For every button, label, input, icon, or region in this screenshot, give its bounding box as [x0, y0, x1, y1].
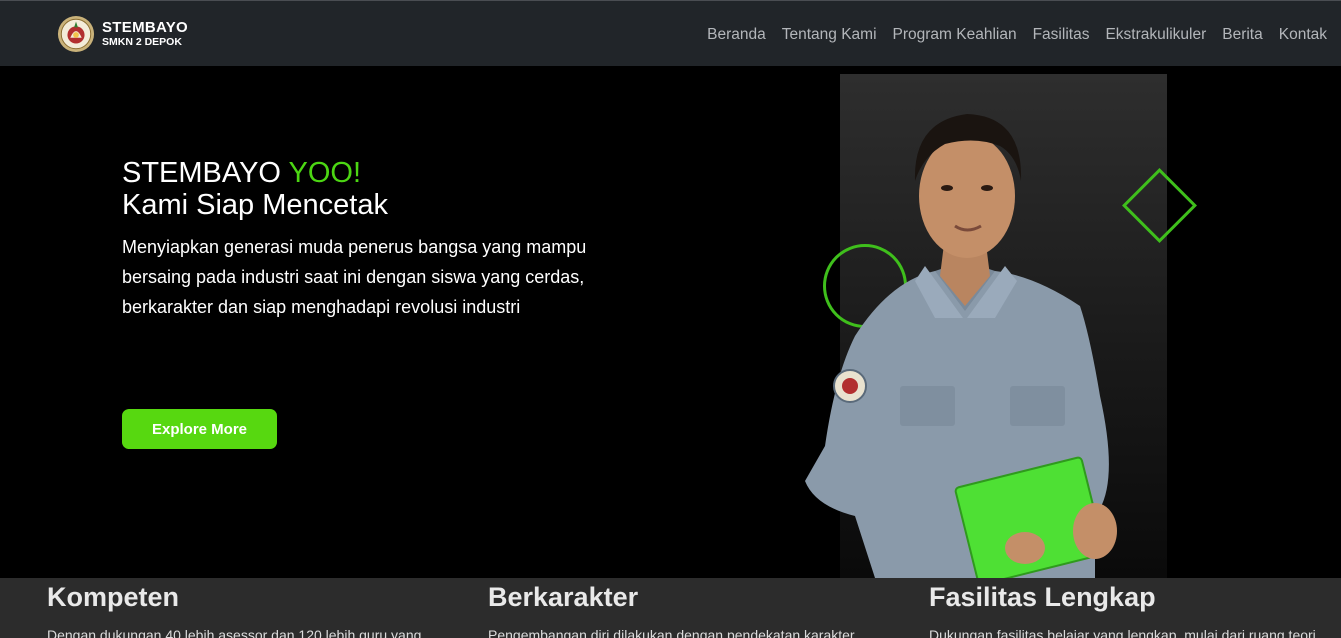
feature-title: Fasilitas Lengkap [929, 582, 1156, 612]
nav-link-ekstrakulikuler[interactable]: Ekstrakulikuler [1105, 26, 1206, 44]
feature-text: Dengan dukungan 40 lebih asessor dan 120… [47, 627, 422, 638]
hero-description-line: Menyiapkan generasi muda penerus bangsa … [122, 237, 587, 257]
main-nav: Beranda Tentang Kami Program Keahlian Fa… [707, 26, 1327, 44]
features-strip: Kompeten Dengan dukungan 40 lebih asesso… [0, 578, 1341, 638]
hero-description-line: bersaing pada industri saat ini dengan s… [122, 267, 585, 287]
hero-title-main: STEMBAYO [122, 157, 289, 189]
feature-text: Pengembangan diri dilakukan dengan pende… [488, 627, 855, 638]
feature-text: Dukungan fasilitas belajar yang lengkap,… [929, 627, 1316, 638]
hero-description-line: berkarakter dan siap menghadapi revolusi… [122, 297, 521, 317]
hero-title-line2: Kami Siap Mencetak [122, 189, 388, 221]
feature-title: Berkarakter [488, 582, 639, 612]
hero-title: STEMBAYO YOO! Kami Siap Mencetak [122, 157, 388, 221]
hero-section: STEMBAYO YOO! Kami Siap Mencetak Menyiap… [0, 66, 1341, 578]
hero-description: Menyiapkan generasi muda penerus bangsa … [122, 232, 622, 322]
feature-title: Kompeten [47, 582, 180, 612]
nav-link-kontak[interactable]: Kontak [1279, 26, 1327, 44]
brand[interactable]: STEMBAYO SMKN 2 DEPOK [57, 15, 188, 53]
hero-title-accent: YOO! [288, 157, 362, 189]
feature-kompeten: Kompeten Dengan dukungan 40 lebih asesso… [47, 578, 467, 638]
nav-link-program-keahlian[interactable]: Program Keahlian [893, 26, 1017, 44]
nav-link-fasilitas[interactable]: Fasilitas [1033, 26, 1090, 44]
brand-name: STEMBAYO [102, 19, 189, 36]
explore-more-button[interactable]: Explore More [122, 409, 277, 449]
navbar: STEMBAYO SMKN 2 DEPOK Beranda Tentang Ka… [0, 0, 1341, 66]
nav-link-berita[interactable]: Berita [1222, 26, 1263, 44]
feature-berkarakter: Berkarakter Pengembangan diri dilakukan … [488, 578, 908, 638]
nav-link-tentang-kami[interactable]: Tentang Kami [782, 26, 877, 44]
feature-fasilitas-lengkap: Fasilitas Lengkap Dukungan fasilitas bel… [929, 578, 1341, 638]
student-photo [805, 114, 1117, 578]
nav-link-beranda[interactable]: Beranda [707, 26, 766, 44]
brand-subtitle: SMKN 2 DEPOK [102, 36, 182, 48]
school-logo-icon [57, 15, 95, 53]
